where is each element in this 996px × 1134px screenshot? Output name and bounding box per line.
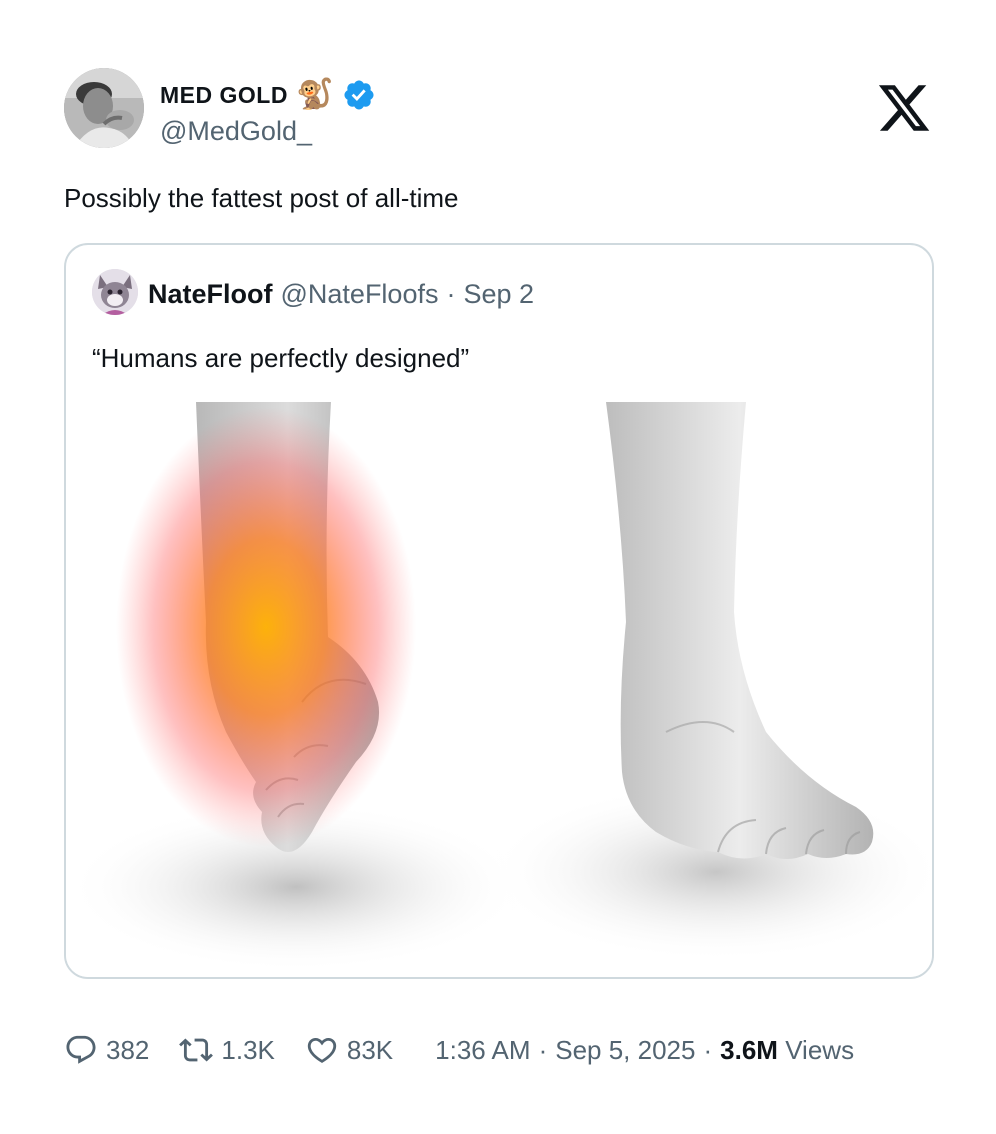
views-label: Views [785, 1034, 855, 1065]
author-handle[interactable]: @MedGold_ [160, 116, 312, 147]
feet-comparison-illustration-icon[interactable] [66, 402, 932, 979]
reply-button[interactable]: 382 [64, 1033, 149, 1067]
author-display-name[interactable]: MED GOLD 🐒 [160, 78, 376, 112]
tweet-timestamp[interactable]: 1:36 AM · Sep 5, 2025 · 3.6M Views [435, 1035, 854, 1066]
quoted-author-avatar[interactable] [92, 269, 138, 315]
repost-icon [179, 1038, 214, 1062]
like-count: 83K [346, 1034, 394, 1065]
quoted-tweet-header: NateFloof @NateFloofs · Sep 2 [148, 279, 534, 310]
profile-photo-icon [64, 68, 144, 148]
reply-count: 382 [106, 1034, 150, 1065]
views-count: 3.6M [720, 1034, 778, 1065]
reply-icon [66, 1035, 96, 1064]
display-name-text: MED GOLD [160, 81, 288, 108]
quoted-display-name[interactable]: NateFloof [148, 279, 273, 310]
repost-count: 1.3K [221, 1034, 275, 1065]
views-separator: · [703, 1034, 713, 1065]
monkey-emoji-icon: 🐒 [295, 78, 334, 111]
like-button[interactable]: 83K [305, 1033, 393, 1067]
author-avatar[interactable] [64, 68, 144, 148]
tweet-footer: 382 1.3K 83K 1:36 AM · Sep 5, 2025 · 3.6… [64, 1028, 936, 1072]
repost-button[interactable]: 1.3K [179, 1033, 275, 1067]
tweet-time: 1:36 AM [435, 1034, 531, 1065]
quoted-tweet-text: “Humans are perfectly designed” [92, 343, 470, 373]
tweet-date: Sep 5, 2025 [555, 1034, 696, 1065]
views[interactable]: 3.6M Views [720, 1035, 854, 1066]
quoted-tweet-card[interactable]: NateFloof @NateFloofs · Sep 2 “Humans ar… [64, 243, 934, 979]
quoted-date[interactable]: Sep 2 [463, 279, 534, 310]
furry-avatar-icon [92, 269, 138, 315]
timestamp-separator: · [538, 1034, 548, 1065]
heart-icon [307, 1037, 337, 1063]
verified-badge-icon [344, 80, 374, 110]
quoted-separator: · [446, 279, 456, 309]
x-logo-icon[interactable] [875, 80, 933, 136]
tweet-text: Possibly the fattest post of all-time [64, 183, 459, 213]
quoted-handle[interactable]: @NateFloofs [281, 279, 439, 310]
